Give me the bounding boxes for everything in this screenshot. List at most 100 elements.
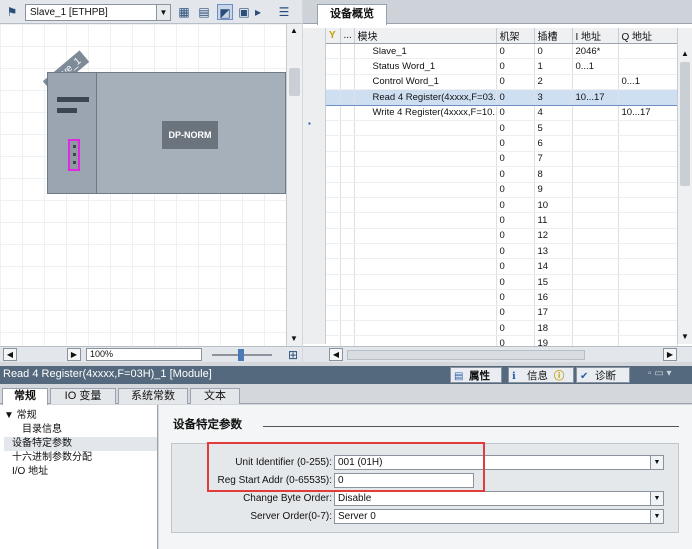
table-icon[interactable]: ▤: [196, 4, 212, 20]
q-address-cell[interactable]: [618, 212, 678, 229]
table-row[interactable]: 08: [326, 166, 678, 183]
q-address-cell[interactable]: [618, 274, 678, 291]
module-cell[interactable]: [354, 182, 497, 198]
table-header-cell[interactable]: 模块: [354, 28, 497, 44]
marker-cell[interactable]: [340, 151, 355, 168]
q-address-cell[interactable]: [618, 289, 678, 306]
slot-cell[interactable]: 3: [534, 89, 573, 106]
i-address-cell[interactable]: [572, 258, 619, 275]
module-cell[interactable]: Control Word_1: [354, 74, 497, 91]
i-address-cell[interactable]: [572, 135, 619, 152]
status-cell[interactable]: [326, 166, 341, 183]
module-cell[interactable]: [354, 305, 497, 322]
marker-cell[interactable]: [340, 243, 355, 260]
status-cell[interactable]: [326, 135, 341, 152]
i-address-cell[interactable]: [572, 166, 619, 183]
status-cell[interactable]: [326, 89, 341, 106]
zoom-slider-handle[interactable]: [238, 349, 244, 361]
table-row[interactable]: 0 18: [326, 320, 678, 337]
slot-cell[interactable]: 10: [534, 197, 573, 214]
module-cell[interactable]: [354, 120, 497, 137]
q-address-cell[interactable]: [618, 197, 678, 214]
grid-icon[interactable]: ▦: [176, 4, 192, 20]
rack-cell[interactable]: 0: [496, 120, 535, 137]
status-cell[interactable]: [326, 105, 341, 121]
module-cell[interactable]: [354, 228, 497, 245]
server-order-select[interactable]: Server 0 ▼: [334, 509, 664, 524]
slot-cell[interactable]: 5: [534, 120, 573, 137]
table-row[interactable]: 0 13: [326, 243, 678, 260]
table-row[interactable]: 07: [326, 151, 678, 168]
status-cell[interactable]: [326, 305, 341, 322]
table-header-cell[interactable]: I 地址: [572, 28, 619, 44]
dp-norm-module[interactable]: DP-NORM: [162, 121, 218, 149]
rack-cell[interactable]: 0: [496, 197, 535, 214]
nav-item-io-address[interactable]: I/O 地址: [4, 465, 157, 479]
rack-cell[interactable]: 0: [496, 135, 535, 152]
chevron-down-icon[interactable]: ▼: [680, 332, 690, 342]
table-header-cell[interactable]: 机架: [496, 28, 535, 44]
rack-cell[interactable]: 0: [496, 305, 535, 322]
status-cell[interactable]: [326, 43, 341, 60]
table-row[interactable]: 0 17: [326, 305, 678, 322]
slot-cell[interactable]: 16: [534, 289, 573, 306]
q-address-cell[interactable]: [618, 228, 678, 245]
marker-cell[interactable]: [340, 212, 355, 229]
status-cell[interactable]: [326, 151, 341, 168]
slot-cell[interactable]: 14: [534, 258, 573, 275]
scroll-thumb[interactable]: [680, 62, 690, 186]
diagnostics-button[interactable]: ✔ 诊断: [576, 367, 630, 383]
table-header-cell[interactable]: Q 地址: [618, 28, 678, 44]
marker-cell[interactable]: [340, 258, 355, 275]
properties-button[interactable]: ▤ 属性: [450, 367, 502, 383]
q-address-cell[interactable]: [618, 305, 678, 322]
module-cell[interactable]: [354, 212, 497, 229]
slot-cell[interactable]: 4: [534, 105, 573, 121]
q-address-cell[interactable]: [618, 135, 678, 152]
marker-cell[interactable]: [340, 58, 355, 75]
reg-start-input[interactable]: 0: [334, 473, 474, 488]
rack-cell[interactable]: 0: [496, 274, 535, 291]
chevron-up-icon[interactable]: ▲: [680, 49, 690, 59]
marker-cell[interactable]: [340, 289, 355, 306]
table-row[interactable]: Read 4 Register(4xxxx,F=03... 0 3 10...17: [326, 89, 678, 106]
i-address-cell[interactable]: [572, 243, 619, 260]
tab-texts[interactable]: 文本: [190, 388, 240, 404]
module-cell[interactable]: Write 4 Register(4xxxx,F=10...: [354, 105, 497, 121]
module-cell[interactable]: [354, 258, 497, 275]
rack-cell[interactable]: 0: [496, 43, 535, 60]
slot-cell[interactable]: 9: [534, 182, 573, 198]
q-address-cell[interactable]: [618, 166, 678, 183]
chevron-down-icon[interactable]: ▼: [156, 5, 170, 20]
slot-cell[interactable]: 12: [534, 228, 573, 245]
q-address-cell[interactable]: [618, 243, 678, 260]
status-cell[interactable]: [326, 74, 341, 91]
rack-cell[interactable]: 0: [496, 105, 535, 121]
module-cell[interactable]: [354, 274, 497, 291]
module-cell[interactable]: [354, 289, 497, 306]
scroll-right-icon[interactable]: ▶: [663, 348, 677, 361]
tab-general[interactable]: 常规: [2, 388, 48, 405]
rack-cell[interactable]: 0: [496, 228, 535, 245]
change-byte-order-select[interactable]: Disable ▼: [334, 491, 664, 506]
slot-cell[interactable]: 7: [534, 151, 573, 168]
i-address-cell[interactable]: 2046*: [572, 43, 619, 60]
table-row[interactable]: 05: [326, 120, 678, 137]
arrow-icon[interactable]: ▸: [254, 4, 262, 20]
module-cell[interactable]: Status Word_1: [354, 58, 497, 75]
slot-cell[interactable]: 18: [534, 320, 573, 337]
horizontal-scrollbar[interactable]: [347, 350, 585, 360]
module-cell[interactable]: [354, 197, 497, 214]
slot-cell[interactable]: 2: [534, 74, 573, 91]
status-cell[interactable]: [326, 243, 341, 260]
module-cell[interactable]: [354, 151, 497, 168]
zoom-select[interactable]: 100%: [86, 348, 202, 361]
table-row[interactable]: 0 14: [326, 258, 678, 275]
table-row[interactable]: 09: [326, 182, 678, 198]
chevron-down-icon[interactable]: ▼: [289, 334, 299, 344]
slot-cell[interactable]: 15: [534, 274, 573, 291]
window-controls-icon[interactable]: ▫ ▭ ▾: [648, 368, 672, 379]
rack-cell[interactable]: 0: [496, 58, 535, 75]
vertical-scrollbar[interactable]: ▲ ▼: [677, 28, 692, 344]
status-cell[interactable]: [326, 258, 341, 275]
